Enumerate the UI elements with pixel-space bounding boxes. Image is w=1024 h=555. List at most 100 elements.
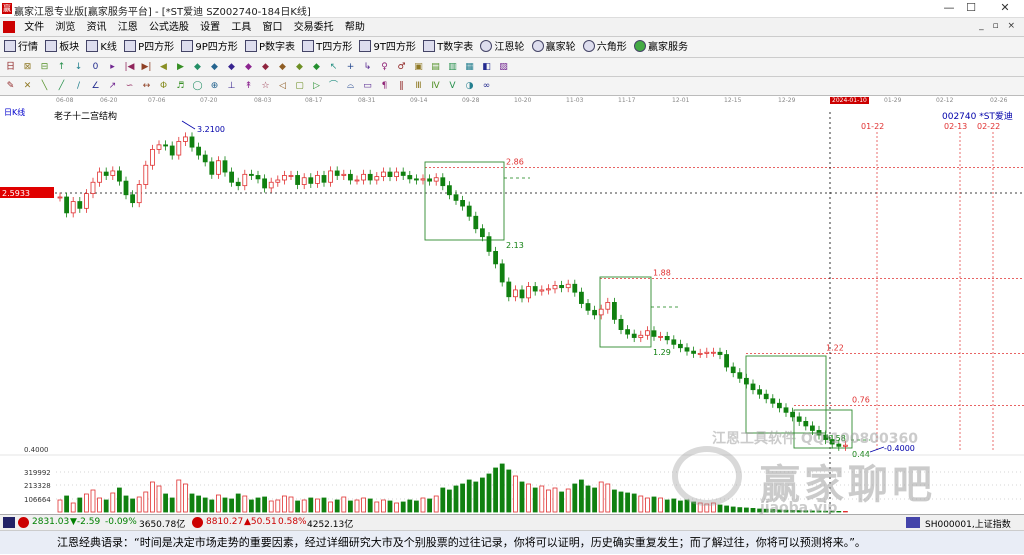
volume-bar[interactable] [407,499,413,513]
volume-bar[interactable] [579,479,584,513]
candle-body[interactable] [281,175,287,181]
volume-bar[interactable] [420,497,426,513]
volume-bar[interactable] [117,487,122,513]
candle-body[interactable] [446,185,452,196]
period-tool-4-icon[interactable]: ↓ [72,61,85,74]
tb-gann-wheel-button[interactable]: 江恩轮 [480,37,524,58]
candle-body[interactable] [413,178,419,181]
volume-bar[interactable] [163,493,169,513]
period-tool-26-icon[interactable]: ▥ [446,61,459,74]
candle-body[interactable] [295,175,301,185]
candle-body[interactable] [301,177,307,185]
draw-tool-18-icon[interactable]: ▷ [310,80,323,93]
candle-body[interactable] [678,343,683,349]
period-tool-13-icon[interactable]: ◆ [225,61,238,74]
volume-bar[interactable] [559,491,564,513]
volume-bar[interactable] [70,502,76,513]
tb-t-number-button[interactable]: T数字表 [423,37,473,58]
period-tool-2-icon[interactable]: ⊟ [38,61,51,74]
volume-bar[interactable] [671,498,677,513]
volume-bar[interactable] [499,463,505,513]
candle-body[interactable] [783,407,789,413]
volume-bar[interactable] [229,498,235,513]
candle-body[interactable] [341,173,347,176]
period-tool-0-icon[interactable]: 日 [4,61,17,74]
period-tool-24-icon[interactable]: ▣ [412,61,425,74]
candle-body[interactable] [196,146,202,156]
candle-body[interactable] [671,339,677,345]
draw-tool-24-icon[interactable]: Ⅲ [412,80,425,93]
volume-bar[interactable] [268,500,274,513]
candle-body[interactable] [262,178,268,189]
volume-bar[interactable] [328,501,334,513]
volume-bar[interactable] [664,499,670,513]
menu-help[interactable]: 帮助 [341,18,369,37]
candle-body[interactable] [182,136,188,142]
period-tool-28-icon[interactable]: ◧ [480,61,493,74]
volume-bar[interactable] [182,483,188,513]
volume-bar[interactable] [440,487,446,513]
candle-body[interactable] [189,136,195,148]
candle-body[interactable] [479,228,485,238]
volume-bar[interactable] [215,494,221,513]
draw-tool-11-icon[interactable]: ◯ [191,80,204,93]
period-tool-19-icon[interactable]: ↖ [327,61,340,74]
period-tool-25-icon[interactable]: ▤ [429,61,442,74]
period-tool-12-icon[interactable]: ◆ [208,61,221,74]
tb-kline-button[interactable]: K线 [86,37,117,58]
volume-bar[interactable] [678,500,683,513]
volume-bar[interactable] [136,496,142,513]
mdi-window-controls[interactable]: _ ▫ × [979,21,1018,31]
candle-body[interactable] [757,389,762,395]
candle-body[interactable] [717,351,723,355]
candle-body[interactable] [750,383,756,391]
volume-bar[interactable] [84,493,89,513]
tb-9p-square-button[interactable]: 9P四方形 [181,37,238,58]
volume-bar[interactable] [176,479,182,513]
volume-bar[interactable] [189,493,195,513]
candle-body[interactable] [308,177,314,184]
candle-body[interactable] [684,347,690,352]
volume-bar[interactable] [341,496,347,513]
volume-bar[interactable] [539,485,545,513]
volume-bar[interactable] [460,483,466,513]
draw-tool-3-icon[interactable]: ╱ [55,80,68,93]
volume-bar[interactable] [724,505,729,513]
volume-bar[interactable] [453,485,459,513]
volume-bar[interactable] [143,491,149,513]
draw-tool-27-icon[interactable]: ◑ [463,80,476,93]
volume-bar[interactable] [321,497,327,513]
candle-body[interactable] [592,309,597,316]
volume-bar[interactable] [592,487,597,513]
draw-tool-19-icon[interactable]: ⌒ [327,80,340,93]
candle-body[interactable] [176,141,182,156]
candle-body[interactable] [268,181,274,189]
candle-body[interactable] [605,301,611,310]
candle-body[interactable] [618,318,624,330]
status-grid-icon[interactable] [3,517,15,528]
volume-bar[interactable] [552,487,558,513]
candle-body[interactable] [117,170,122,182]
period-tool-11-icon[interactable]: ◆ [191,61,204,74]
candle-body[interactable] [486,236,492,252]
candle-body[interactable] [612,301,617,320]
period-tool-18-icon[interactable]: ◆ [310,61,323,74]
volume-bar[interactable] [427,498,433,513]
volume-bar[interactable] [572,483,578,513]
candle-body[interactable] [638,334,644,338]
period-tool-22-icon[interactable]: ♀ [378,61,391,74]
tb-quotes-button[interactable]: 行情 [4,37,38,58]
period-tool-6-icon[interactable]: ▸ [106,61,119,74]
volume-bar[interactable] [433,495,439,513]
candle-body[interactable] [215,160,221,175]
period-tool-1-icon[interactable]: ⊠ [21,61,34,74]
candle-body[interactable] [770,398,776,404]
period-tool-8-icon[interactable]: ▶| [140,61,153,74]
volume-bar[interactable] [638,495,644,513]
candle-body[interactable] [361,173,367,181]
volume-bar[interactable] [314,498,320,513]
volume-bar[interactable] [242,495,248,513]
candle-body[interactable] [97,171,102,183]
candle-body[interactable] [658,335,663,338]
close-button[interactable]: ✕ [990,0,1020,16]
